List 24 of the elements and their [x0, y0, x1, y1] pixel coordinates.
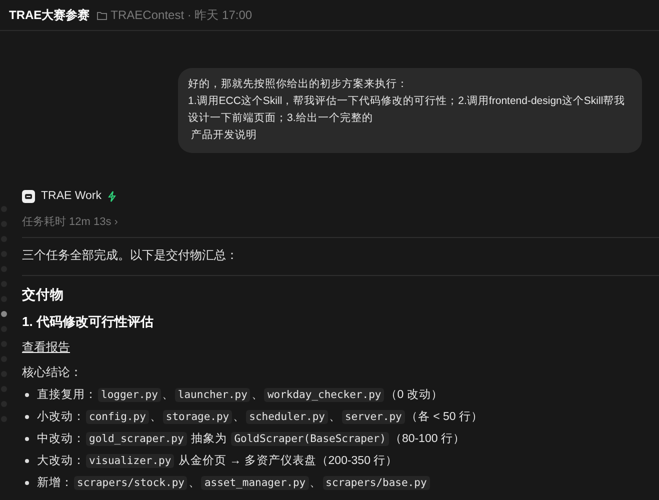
chat-title: TRAE大赛参赛: [9, 6, 90, 24]
section-heading: 交付物: [22, 286, 64, 304]
nav-dot[interactable]: [1, 311, 7, 317]
subsection-heading: 1. 代码修改可行性评估: [22, 313, 154, 331]
summary-text: 三个任务全部完成。以下是交付物汇总：: [22, 247, 238, 264]
bullet-icon: [25, 436, 29, 440]
agent-name: TRAE Work: [41, 190, 102, 202]
report-link[interactable]: 查看报告: [22, 339, 70, 356]
list-item: 直接复用： logger.py 、 launcher.py 、 workday_checker.py （0 改动）: [37, 387, 443, 402]
bullet-icon: [25, 458, 29, 462]
user-message: 好的，那就先按照你给出的初步方案来执行： 1.调用ECC这个Skill，帮我评估一下代码修改的可行性；2.调用frontend-design这个Skill帮我设计一下前端页面；3.给出一个完整的 产品开发说明: [178, 68, 642, 153]
list-item: 中改动： gold_scraper.py 抽象为 GoldScraper(BaseScraper) （80-100 行）: [37, 431, 465, 446]
lightning-icon: [108, 190, 116, 202]
task-duration[interactable]: 任务耗时 12m 13s ›: [22, 214, 118, 229]
bullet-icon: [25, 392, 29, 396]
bullet-icon: [25, 414, 29, 418]
project-meta: TRAEContest · 昨天 17:00: [110, 6, 252, 24]
list-item: 大改动： visualizer.py 从金价页 → 多资产仪表盘（200-350 行）: [37, 453, 398, 468]
bullet-icon: [25, 480, 29, 484]
list-item: 小改动： config.py 、 storage.py 、 scheduler.py 、 server.py （各 < 50 行）: [37, 409, 483, 424]
paragraph: 核心结论：: [22, 364, 82, 381]
folder-icon: [96, 10, 107, 20]
list-item: 新增： scrapers/stock.py 、 asset_manager.py 、 scrapers/base.py: [37, 475, 431, 490]
robot-icon: [22, 190, 35, 202]
